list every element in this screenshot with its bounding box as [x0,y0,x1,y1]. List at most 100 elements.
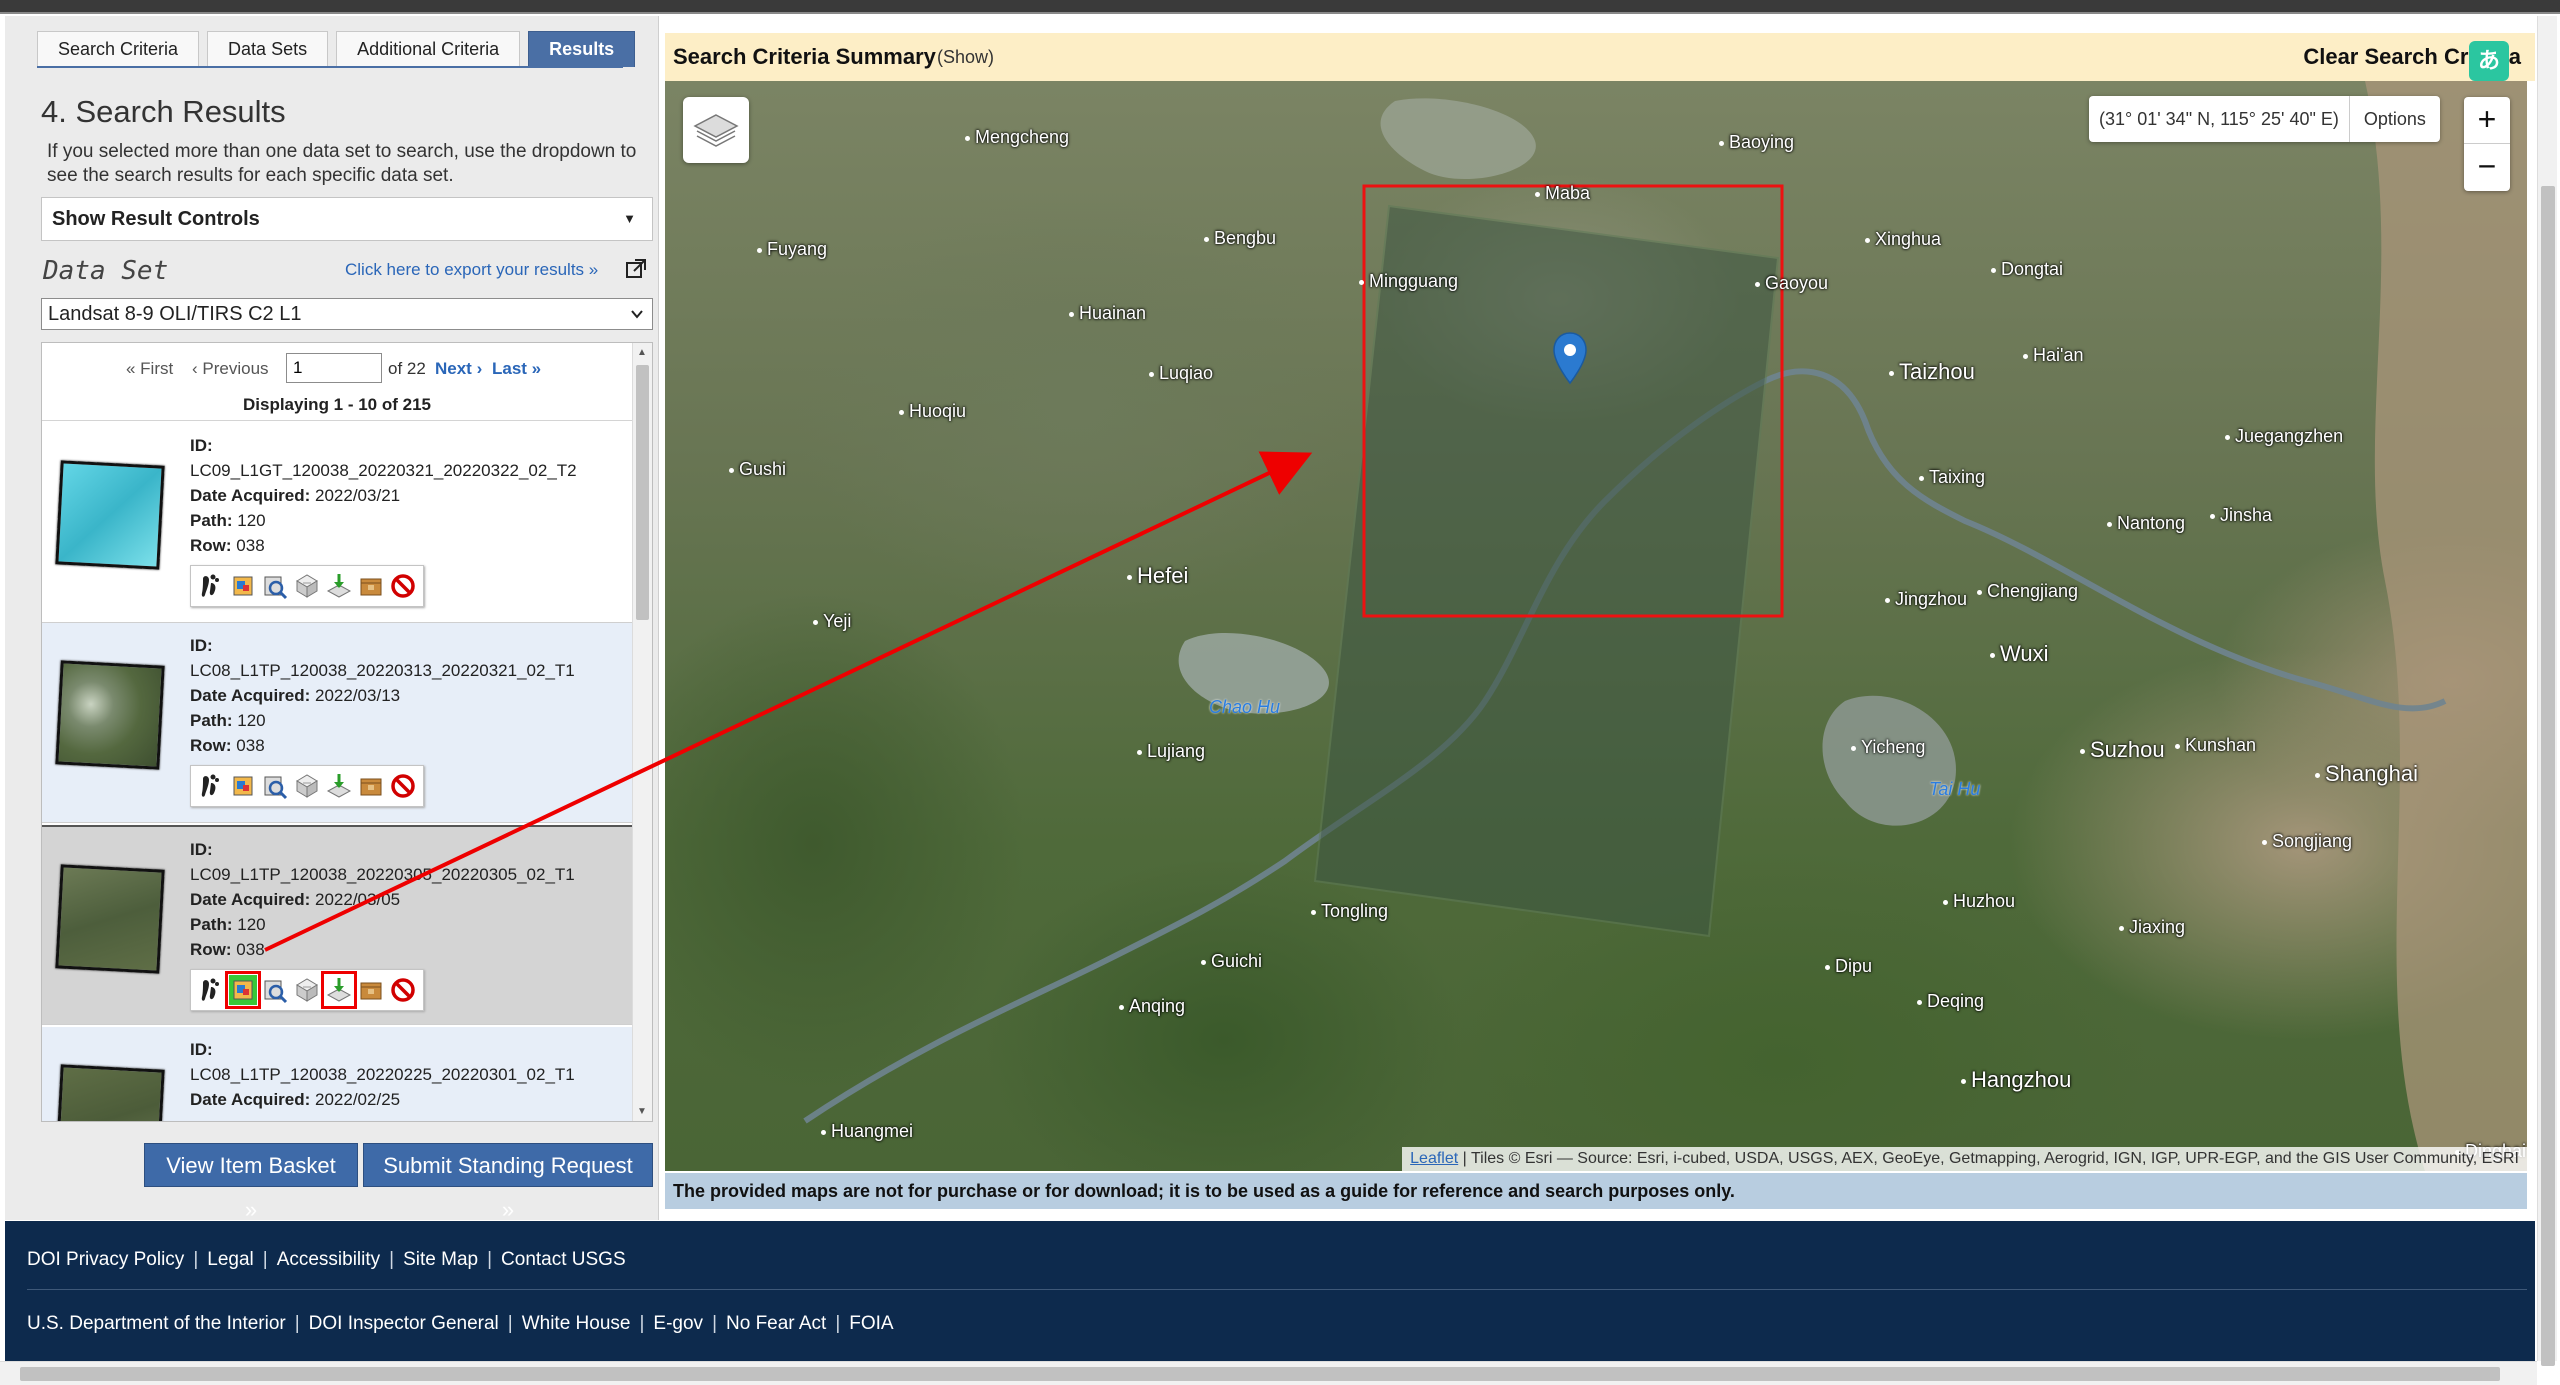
dataset-select[interactable]: Landsat 8-9 OLI/TIRS C2 L1 [41,298,653,330]
overlay-icon[interactable] [229,771,257,801]
scroll-up-icon[interactable]: ▲ [637,347,647,358]
page-scroll-thumb[interactable] [2541,186,2555,1366]
page-number-input[interactable] [286,353,382,383]
row-label: Row: [190,536,232,555]
leaflet-link[interactable]: Leaflet [1410,1150,1458,1167]
download-icon[interactable] [321,971,357,1009]
pager-next-link[interactable]: Next › [435,359,482,379]
footer-link[interactable]: Contact USGS [501,1249,626,1270]
hongze-lake [1380,98,1536,180]
row-label: Row: [190,736,232,755]
exclude-icon[interactable] [389,771,417,801]
overlay-icon[interactable] [225,971,261,1009]
tab-additional-criteria[interactable]: Additional Criteria [336,31,521,67]
metadata-icon[interactable] [293,975,321,1005]
footprint-icon[interactable] [197,771,225,801]
result-item[interactable]: ID: LC08_L1TP_120038_20220225_20220301_02… [42,1027,632,1121]
metadata-icon[interactable] [293,571,321,601]
pager-previous-link[interactable]: ‹ Previous [192,359,269,379]
view-item-basket-button[interactable]: View Item Basket » [144,1143,358,1222]
overlay-icon[interactable] [229,571,257,601]
result-item[interactable]: ID: LC09_L1GT_120038_20220321_20220322_02… [42,423,632,623]
footer-link[interactable]: E-gov [653,1313,703,1334]
download-icon[interactable] [325,771,353,801]
pager-first-link[interactable]: « First [126,359,173,379]
tab-search-criteria[interactable]: Search Criteria [37,31,200,67]
tab-results[interactable]: Results [528,31,636,67]
city-label: Baoying [1719,132,1794,153]
result-toolbar [190,765,424,807]
city-label: Shanghai [2315,761,2418,787]
city-label: Dipu [1825,956,1872,977]
date-label: Date Acquired: [190,486,311,505]
compare-icon[interactable] [261,771,289,801]
footer-link[interactable]: DOI Inspector General [309,1313,499,1334]
footer-link[interactable]: DOI Privacy Policy [27,1249,184,1270]
bulk-download-icon[interactable] [357,771,385,801]
download-icon[interactable] [325,571,353,601]
footer-link[interactable]: Legal [207,1249,254,1270]
dataset-select-value: Landsat 8-9 OLI/TIRS C2 L1 [48,303,302,325]
browse-thumbnail[interactable] [55,1064,165,1121]
footer-link[interactable]: FOIA [849,1313,893,1334]
exclude-icon[interactable] [389,975,417,1005]
layers-icon [693,114,739,147]
browse-thumbnail[interactable] [55,660,165,770]
compare-icon[interactable] [261,975,289,1005]
compare-icon[interactable] [261,571,289,601]
summary-show-link[interactable]: (Show) [937,33,994,81]
map-marker-icon[interactable] [1552,331,1588,385]
date-acquired: 2022/03/21 [315,486,401,505]
city-label: Jinsha [2210,505,2272,526]
pager-last-link[interactable]: Last » [492,359,541,379]
footer-separator: | [487,1249,493,1270]
horizontal-scrollbar[interactable] [0,1361,2537,1385]
page-scrollbar[interactable] [2537,16,2557,1366]
show-result-controls-toggle[interactable]: Show Result Controls ▼ [41,197,653,241]
footer-link[interactable]: Site Map [403,1249,478,1270]
submit-standing-request-button[interactable]: Submit Standing Request » [363,1143,653,1222]
page-count: of 22 [388,359,426,378]
tab-data-sets[interactable]: Data Sets [207,31,329,67]
browse-thumbnail[interactable] [55,864,165,974]
city-label: Huainan [1069,303,1146,324]
zoom-out-button[interactable]: − [2464,144,2510,191]
footprint-icon[interactable] [197,975,225,1005]
tab-underline [37,66,623,68]
city-label: Hangzhou [1961,1067,2071,1093]
export-results-link[interactable]: Click here to export your results » [345,260,598,280]
translate-extension-icon[interactable]: あ [2469,41,2509,81]
site-footer: DOI Privacy Policy | Legal | Accessibility | S… [5,1221,2535,1361]
browse-thumbnail[interactable] [55,460,165,570]
city-label: Jiaxing [2119,917,2185,938]
coordinate-options-button[interactable]: Options [2348,96,2440,142]
exclude-icon[interactable] [389,571,417,601]
result-item[interactable]: ID: LC09_L1TP_120038_20220305_20220305_02… [42,825,632,1025]
footer-link[interactable]: U.S. Department of the Interior [27,1313,286,1334]
footer-link[interactable]: No Fear Act [726,1313,826,1334]
scroll-down-icon[interactable]: ▼ [637,1106,647,1117]
results-scrollbar[interactable]: ▲ ▼ [632,343,652,1121]
result-item[interactable]: ID: LC08_L1TP_120038_20220313_20220321_02… [42,623,632,823]
map-canvas[interactable]: Mengcheng Baoying Maba Bengbu Xinghua Dongtai… [665,81,2527,1171]
footer-link[interactable]: Accessibility [277,1249,380,1270]
bulk-download-icon[interactable] [357,571,385,601]
zoom-in-button[interactable]: + [2464,97,2510,144]
east-sea [2365,81,2527,1171]
results-scroll-thumb[interactable] [636,365,649,620]
layers-control-button[interactable] [683,97,749,163]
row-label: Row: [190,940,232,959]
city-label: Huoqiu [899,401,966,422]
external-link-icon[interactable] [625,258,647,280]
map-panel: Search Criteria Summary (Show) Clear Sea… [665,16,2535,1216]
footer-link[interactable]: White House [522,1313,631,1334]
footprint-icon[interactable] [197,571,225,601]
metadata-icon[interactable] [293,771,321,801]
id-label: ID: [190,636,213,655]
bulk-download-icon[interactable] [357,975,385,1005]
city-label: Fuyang [757,239,827,260]
horizontal-scroll-thumb[interactable] [20,1367,2500,1381]
path-label: Path: [190,511,233,530]
city-label: Deqing [1917,991,1984,1012]
footer-links-secondary: U.S. Department of the Interior | DOI Insp… [27,1313,894,1335]
